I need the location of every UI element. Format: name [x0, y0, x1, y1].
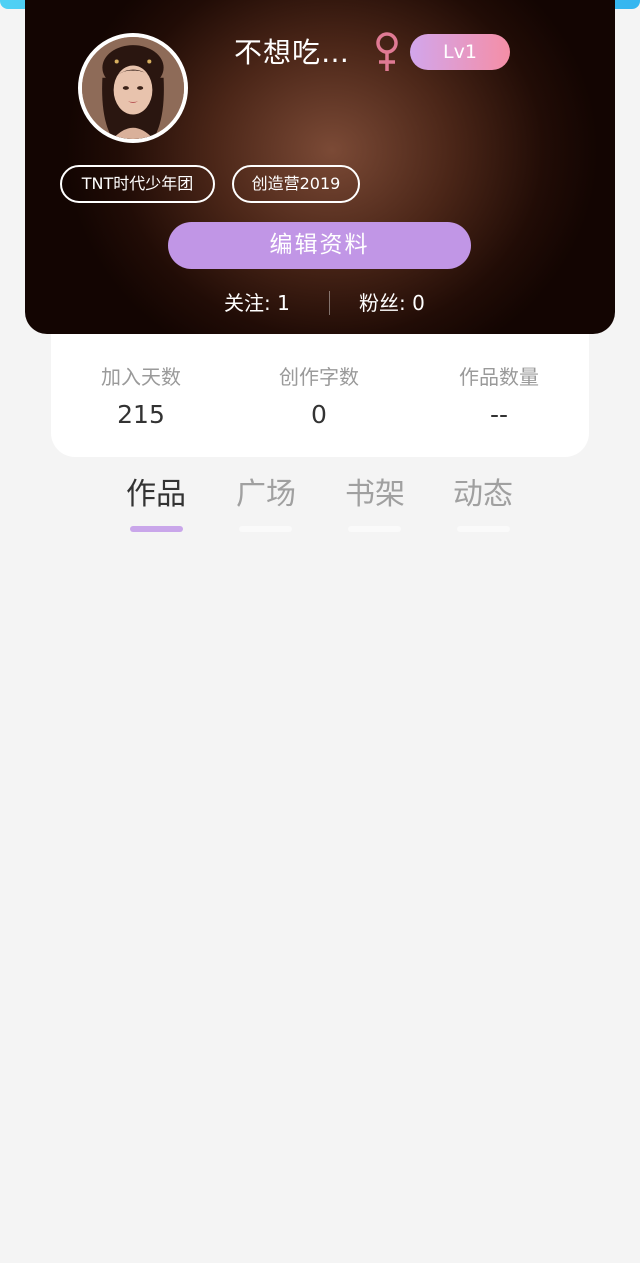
avatar-portrait-icon	[82, 37, 184, 139]
stat-joined-days: 加入天数 215	[51, 362, 231, 435]
tab-works[interactable]: 作品	[116, 472, 196, 518]
stat-label: 加入天数	[101, 365, 181, 389]
stats-panel: 加入天数 215 创作字数 0 作品数量 --	[51, 334, 589, 457]
stat-divider	[329, 291, 330, 315]
profile-tag[interactable]: TNT时代少年团	[60, 165, 215, 203]
profile-tag[interactable]: 创造营2019	[232, 165, 360, 203]
female-symbol-icon	[376, 32, 398, 71]
stat-label: 创作字数	[279, 365, 359, 389]
tab-active-indicator	[130, 526, 183, 532]
stat-label: 作品数量	[459, 365, 539, 389]
tab-indicator	[239, 526, 292, 532]
avatar[interactable]	[78, 33, 188, 143]
tab-activity[interactable]: 动态	[443, 472, 523, 518]
tab-plaza[interactable]: 广场	[226, 472, 306, 518]
edit-profile-button[interactable]: 编辑资料	[168, 222, 471, 269]
stat-value: 215	[117, 400, 165, 429]
followers-count[interactable]: 粉丝: 0	[359, 287, 425, 319]
username: 不想吃…	[234, 36, 351, 69]
stat-works-count: 作品数量 --	[409, 362, 589, 435]
stat-word-count: 创作字数 0	[229, 362, 409, 435]
tab-indicator	[348, 526, 401, 532]
stat-value: 0	[311, 400, 327, 429]
following-count[interactable]: 关注: 1	[224, 287, 290, 319]
tab-bookshelf[interactable]: 书架	[335, 472, 415, 518]
stat-value: --	[489, 400, 509, 429]
level-badge: Lv1	[410, 34, 510, 70]
profile-header-card: 不想吃… Lv1 TNT时代少年团 创造营2019 编辑资料 关注: 1 粉丝:…	[25, 0, 615, 334]
tab-indicator	[457, 526, 510, 532]
